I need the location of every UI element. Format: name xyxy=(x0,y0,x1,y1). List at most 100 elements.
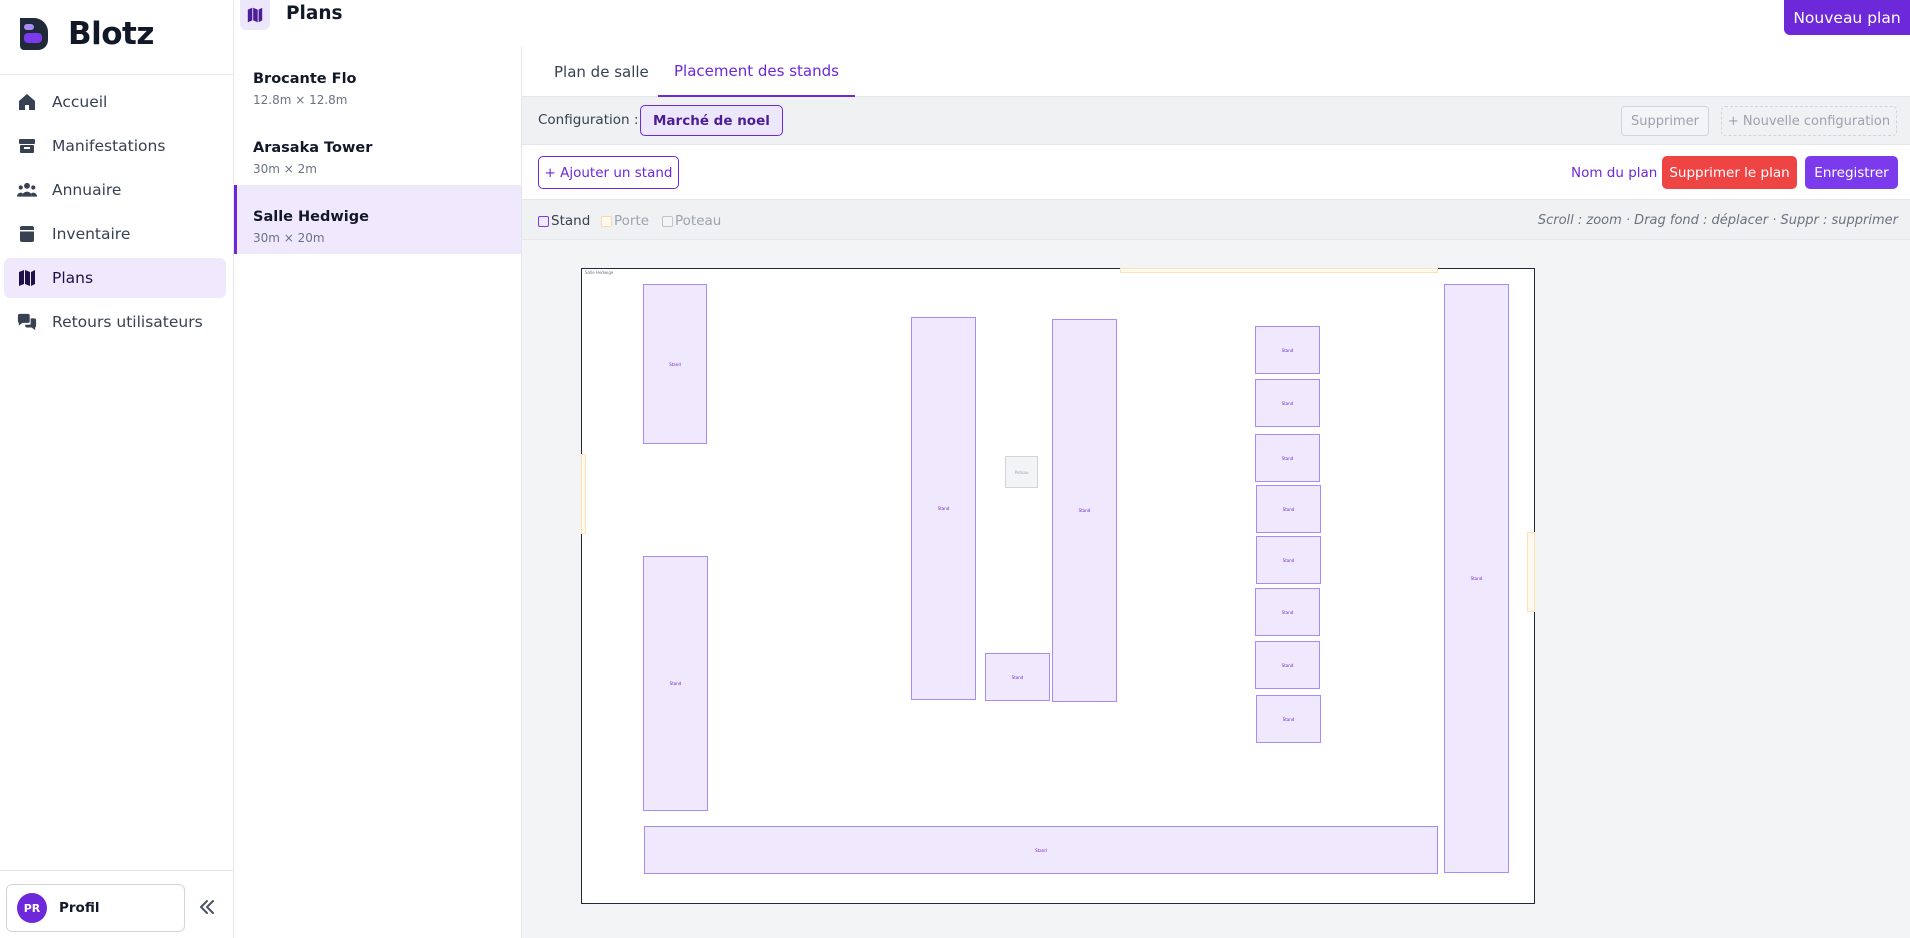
plan-item-brocante-flo[interactable]: Brocante Flo 12.8m × 12.8m xyxy=(234,47,521,116)
add-stand-button[interactable]: + Ajouter un stand xyxy=(538,156,679,189)
sidebar: Blotz Accueil Manifestations Annuaire In… xyxy=(0,0,234,938)
store-icon xyxy=(16,135,38,157)
map-icon xyxy=(16,267,38,289)
legend-porte[interactable]: Porte xyxy=(601,213,649,229)
legend-bar: Stand Porte Poteau Scroll : zoom · Drag … xyxy=(522,200,1910,240)
brand-name: Blotz xyxy=(68,16,154,52)
page-title: Plans xyxy=(286,3,343,24)
sidebar-item-accueil[interactable]: Accueil xyxy=(4,82,226,122)
tab-plan-de-salle[interactable]: Plan de salle xyxy=(538,47,665,97)
plan-item-arasaka-tower[interactable]: Arasaka Tower 30m × 2m xyxy=(234,116,521,185)
stand-label: Stand xyxy=(1470,576,1483,581)
sidebar-nav: Accueil Manifestations Annuaire Inventai… xyxy=(4,82,226,346)
stand[interactable]: Stand xyxy=(1256,485,1321,533)
stand-label: Stand xyxy=(1282,506,1295,512)
sidebar-item-retours[interactable]: Retours utilisateurs xyxy=(4,302,226,342)
stand-label: Stand xyxy=(1281,347,1294,353)
legend-poteau[interactable]: Poteau xyxy=(662,213,721,229)
brand[interactable]: Blotz xyxy=(14,14,154,54)
new-configuration-button[interactable]: + Nouvelle configuration xyxy=(1721,106,1897,136)
stand-label: Stand xyxy=(669,361,681,367)
sidebar-item-label: Annuaire xyxy=(52,181,122,199)
plan-size: 30m × 20m xyxy=(253,231,325,245)
stand-label: Stand xyxy=(1281,400,1294,406)
pole-swatch-icon xyxy=(662,215,673,227)
plan-size: 30m × 2m xyxy=(253,162,317,176)
stand[interactable]: Stand xyxy=(1255,326,1320,374)
sidebar-item-label: Manifestations xyxy=(52,137,166,155)
legend-label: Porte xyxy=(614,213,650,229)
main-panel: Plan de salle Placement des stands Confi… xyxy=(522,47,1910,938)
profile-label: Profil xyxy=(59,900,100,916)
collapse-sidebar-button[interactable] xyxy=(193,893,221,921)
delete-plan-button[interactable]: Supprimer le plan xyxy=(1662,156,1797,189)
legend-label: Stand xyxy=(551,213,591,229)
save-button[interactable]: Enregistrer xyxy=(1805,156,1898,189)
stand-label: Stand xyxy=(1282,716,1295,722)
stand[interactable]: Stand xyxy=(643,556,708,811)
configuration-chip[interactable]: Marché de noel xyxy=(640,105,783,136)
stand[interactable]: Stand xyxy=(1255,641,1320,689)
stand-label: Stand xyxy=(1281,609,1294,615)
new-plan-button[interactable]: Nouveau plan xyxy=(1784,0,1910,35)
plan-item-salle-hedwige[interactable]: Salle Hedwige 30m × 20m xyxy=(234,185,521,254)
page-icon xyxy=(240,0,270,30)
divider xyxy=(0,870,233,871)
sidebar-item-inventaire[interactable]: Inventaire xyxy=(4,214,226,254)
stand[interactable]: Stand xyxy=(1255,434,1320,482)
profile-button[interactable]: PR Profil xyxy=(6,884,185,932)
stand[interactable]: Stand xyxy=(1255,379,1320,427)
sidebar-item-plans[interactable]: Plans xyxy=(4,258,226,298)
tabs: Plan de salle Placement des stands xyxy=(522,47,1910,97)
plan-size: 12.8m × 12.8m xyxy=(253,93,348,107)
stand-label: Stand xyxy=(1078,508,1091,513)
avatar: PR xyxy=(17,893,47,923)
plan-name: Salle Hedwige xyxy=(253,209,369,225)
plan-canvas[interactable]: Salle Hedwige Poteau Stand Stand Stand S… xyxy=(581,268,1535,904)
stand[interactable]: Stand xyxy=(644,826,1438,874)
stand[interactable]: Stand xyxy=(985,653,1050,701)
stand-label: Stand xyxy=(937,506,950,511)
plan-name: Arasaka Tower xyxy=(253,140,373,156)
delete-configuration-button[interactable]: Supprimer xyxy=(1621,106,1709,136)
pole-label: Poteau xyxy=(1014,469,1029,475)
stand-label: Stand xyxy=(669,681,682,686)
sidebar-item-label: Accueil xyxy=(52,93,108,111)
stand[interactable]: Stand xyxy=(643,284,707,444)
stand[interactable]: Stand xyxy=(1052,319,1117,702)
door[interactable] xyxy=(581,454,586,534)
stand-swatch-icon xyxy=(538,215,549,227)
door[interactable] xyxy=(1120,268,1438,273)
stand-label: Stand xyxy=(1281,662,1294,668)
tab-placement-des-stands[interactable]: Placement des stands xyxy=(658,47,855,97)
plans-list: Brocante Flo 12.8m × 12.8m Arasaka Tower… xyxy=(234,47,522,938)
canvas-room-label: Salle Hedwige xyxy=(585,270,614,275)
plan-name-button[interactable]: Nom du plan xyxy=(1561,156,1667,189)
sidebar-item-annuaire[interactable]: Annuaire xyxy=(4,170,226,210)
door-swatch-icon xyxy=(601,215,612,227)
sidebar-item-label: Retours utilisateurs xyxy=(52,313,203,331)
stand[interactable]: Stand xyxy=(1255,588,1320,636)
sidebar-item-manifestations[interactable]: Manifestations xyxy=(4,126,226,166)
stand[interactable]: Stand xyxy=(911,317,976,700)
sidebar-item-label: Inventaire xyxy=(52,225,131,243)
configuration-bar: Configuration : Marché de noel Supprimer… xyxy=(522,97,1910,145)
map-icon xyxy=(247,7,263,23)
box-icon xyxy=(16,223,38,245)
chevrons-left-icon xyxy=(200,900,214,914)
stand[interactable]: Stand xyxy=(1256,536,1321,584)
stand-label: Stand xyxy=(1281,455,1294,461)
stand-label: Stand xyxy=(1011,674,1024,680)
users-icon xyxy=(16,179,38,201)
stand[interactable]: Stand xyxy=(1444,284,1509,873)
door[interactable] xyxy=(1527,532,1535,612)
blotz-logo-icon xyxy=(20,18,48,50)
stand-label: Stand xyxy=(1035,847,1047,853)
legend-stand[interactable]: Stand xyxy=(538,213,590,229)
pole[interactable]: Poteau xyxy=(1005,456,1038,488)
chat-icon xyxy=(16,311,38,333)
stand[interactable]: Stand xyxy=(1256,695,1321,743)
canvas-hint: Scroll : zoom · Drag fond : déplacer · S… xyxy=(1537,213,1898,228)
plan-name: Brocante Flo xyxy=(253,71,357,87)
legend-label: Poteau xyxy=(675,213,722,229)
